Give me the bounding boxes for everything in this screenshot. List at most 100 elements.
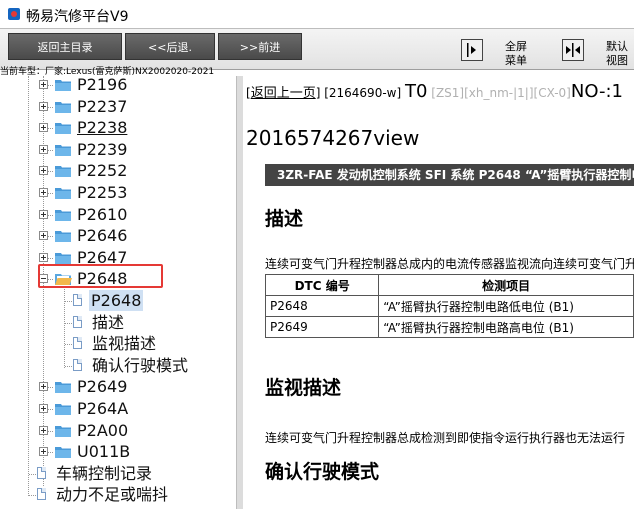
tree-leaf[interactable]: 车辆控制记录 [0, 464, 236, 485]
tree-node[interactable]: P264A [0, 399, 236, 420]
table-header-dtc: DTC 编号 [264, 274, 380, 296]
doc-id: [2164690-w] [324, 86, 402, 100]
tree-node[interactable]: P2253 [0, 183, 236, 204]
tree-leaf-label[interactable]: 车辆控制记录 [56, 463, 152, 484]
expand-icon[interactable] [39, 425, 48, 435]
tree-node-label[interactable]: P2238 [77, 117, 127, 138]
document-icon [37, 466, 46, 479]
tree-leaf-label[interactable]: 动力不足或喘抖 [56, 484, 168, 505]
expand-icon[interactable] [39, 231, 48, 241]
tree-node-label[interactable]: P2A00 [77, 420, 128, 441]
tree-leaf[interactable]: 确认行驶模式 [0, 356, 236, 377]
expand-icon[interactable] [39, 252, 48, 262]
folder-icon [54, 401, 72, 415]
description-text: 连续可变气门升程控制器总成内的电流传感器监视流向连续可变气门升程执行器的电流 [265, 257, 634, 271]
expand-icon[interactable] [39, 447, 48, 457]
tree-node-label[interactable]: P2253 [77, 182, 127, 203]
tree-leaf-label[interactable]: P2648 [89, 290, 144, 311]
table-cell: P2649 [264, 316, 380, 338]
tree-leaf[interactable]: 动力不足或喘抖 [0, 485, 236, 506]
tree-node-label[interactable]: P2646 [77, 225, 127, 246]
nav-tree: P2196 P2237 P2238 P2239 P2252 P2253 P2610 P2646… [0, 76, 236, 509]
no-label: NO-:1 [570, 81, 624, 102]
folder-icon [54, 250, 72, 264]
dtc-table: DTC 编号 检测项目 P2648 “A”摇臂执行器控制电路低电位 (B1) P… [264, 274, 634, 338]
tree-leaf[interactable]: P2648 [0, 290, 236, 312]
tree-leaf[interactable]: 描述 [0, 313, 236, 334]
back-home-button[interactable]: 返回主目录 [8, 33, 122, 60]
tree-leaf-label[interactable]: 确认行驶模式 [92, 355, 188, 376]
tree-node[interactable]: P2649 [0, 377, 236, 398]
content-pane: [返回上一页] [2164690-w] T0 [ZS1][xh_nm-|1|][… [243, 76, 634, 509]
expand-icon[interactable] [39, 144, 48, 154]
back-link[interactable]: 返回上一页 [251, 86, 316, 101]
table-row: P2649 “A”摇臂执行器控制电路高电位 (B1) [264, 316, 634, 338]
tree-leaf[interactable]: 监视描述 [0, 334, 236, 355]
monitor-text: 连续可变气门升程控制器总成检测到即使指令运行执行器也无法运行 [265, 431, 626, 445]
tree-node[interactable]: P2237 [0, 97, 236, 118]
expand-icon[interactable] [39, 188, 48, 197]
expand-icon[interactable] [39, 80, 48, 89]
expand-icon[interactable] [39, 209, 48, 219]
fullscreen-menu-icon[interactable] [461, 39, 483, 61]
tree-node-label[interactable]: P2610 [77, 204, 127, 225]
document-icon [73, 358, 82, 371]
content-header: [返回上一页] [2164690-w] T0 [ZS1][xh_nm-|1|][… [246, 81, 624, 102]
window-title: 畅易汽修平台V9 [26, 9, 129, 25]
table-cell: “A”摇臂执行器控制电路低电位 (B1) [378, 295, 634, 317]
table-cell: “A”摇臂执行器控制电路高电位 (B1) [378, 316, 634, 338]
section-banner: 3ZR-FAE 发动机控制系统 SFI 系统 P2648 “A”摇臂执行器控制电… [265, 164, 634, 186]
folder-icon [54, 99, 72, 113]
document-icon [73, 315, 82, 328]
tree-leaf-label[interactable]: 监视描述 [92, 333, 156, 354]
tree-node-label[interactable]: U011B [77, 441, 130, 462]
tree-node[interactable]: P2A00 [0, 421, 236, 442]
fullscreen-menu-label[interactable]: 全屏 菜单 [505, 40, 527, 68]
tree-node[interactable]: P2196 [0, 76, 236, 96]
tree-node[interactable]: P2610 [0, 205, 236, 226]
tree-node[interactable]: U011B [0, 442, 236, 463]
expand-icon[interactable] [39, 404, 48, 413]
tree-node[interactable]: P2239 [0, 140, 236, 161]
table-header-row: DTC 编号 检测项目 [264, 274, 634, 296]
expand-icon[interactable] [39, 166, 48, 176]
expand-icon[interactable] [39, 123, 48, 133]
folder-icon [54, 228, 72, 243]
document-icon [73, 294, 82, 306]
back-button[interactable]: <<后退. [125, 33, 215, 60]
tree-leaf-label[interactable]: 描述 [92, 312, 124, 333]
description-heading: 描述 [265, 208, 304, 230]
tree-node[interactable]: P2252 [0, 161, 236, 182]
folder-icon [54, 142, 72, 156]
tree-node[interactable]: P2646 [0, 226, 236, 247]
document-icon [37, 488, 46, 501]
tree-node-label[interactable]: P2252 [77, 160, 127, 181]
tree-node-label[interactable]: P2196 [77, 76, 127, 95]
view-title: 2016574267view [246, 126, 420, 150]
default-view-label[interactable]: 默认 视图 [606, 40, 628, 68]
tree-node-label[interactable]: P2237 [77, 96, 127, 117]
forward-button[interactable]: >>前进 [218, 33, 302, 60]
confirm-heading: 确认行驶模式 [265, 461, 380, 483]
folder-icon [54, 207, 72, 221]
folder-icon [54, 120, 72, 135]
monitor-heading: 监视描述 [265, 377, 342, 399]
selected-node-highlight [38, 264, 163, 288]
tree-node-label[interactable]: P264A [77, 398, 128, 419]
folder-icon [54, 444, 72, 459]
default-view-icon[interactable] [562, 39, 584, 61]
app-icon [8, 8, 20, 20]
title-bar: 畅易汽修平台V9 [0, 0, 634, 28]
t0-label: T0 [404, 81, 428, 102]
expand-icon[interactable] [39, 101, 48, 111]
folder-icon [54, 423, 72, 437]
folder-icon [54, 163, 72, 178]
table-header-item: 检测项目 [378, 274, 634, 296]
tree-node-label[interactable]: P2649 [77, 376, 127, 397]
table-row: P2648 “A”摇臂执行器控制电路低电位 (B1) [264, 295, 634, 317]
table-cell: P2648 [264, 295, 380, 317]
tree-node[interactable]: P2238 [0, 118, 236, 139]
expand-icon[interactable] [39, 382, 48, 392]
folder-icon [54, 379, 72, 394]
tree-node-label[interactable]: P2239 [77, 139, 127, 160]
